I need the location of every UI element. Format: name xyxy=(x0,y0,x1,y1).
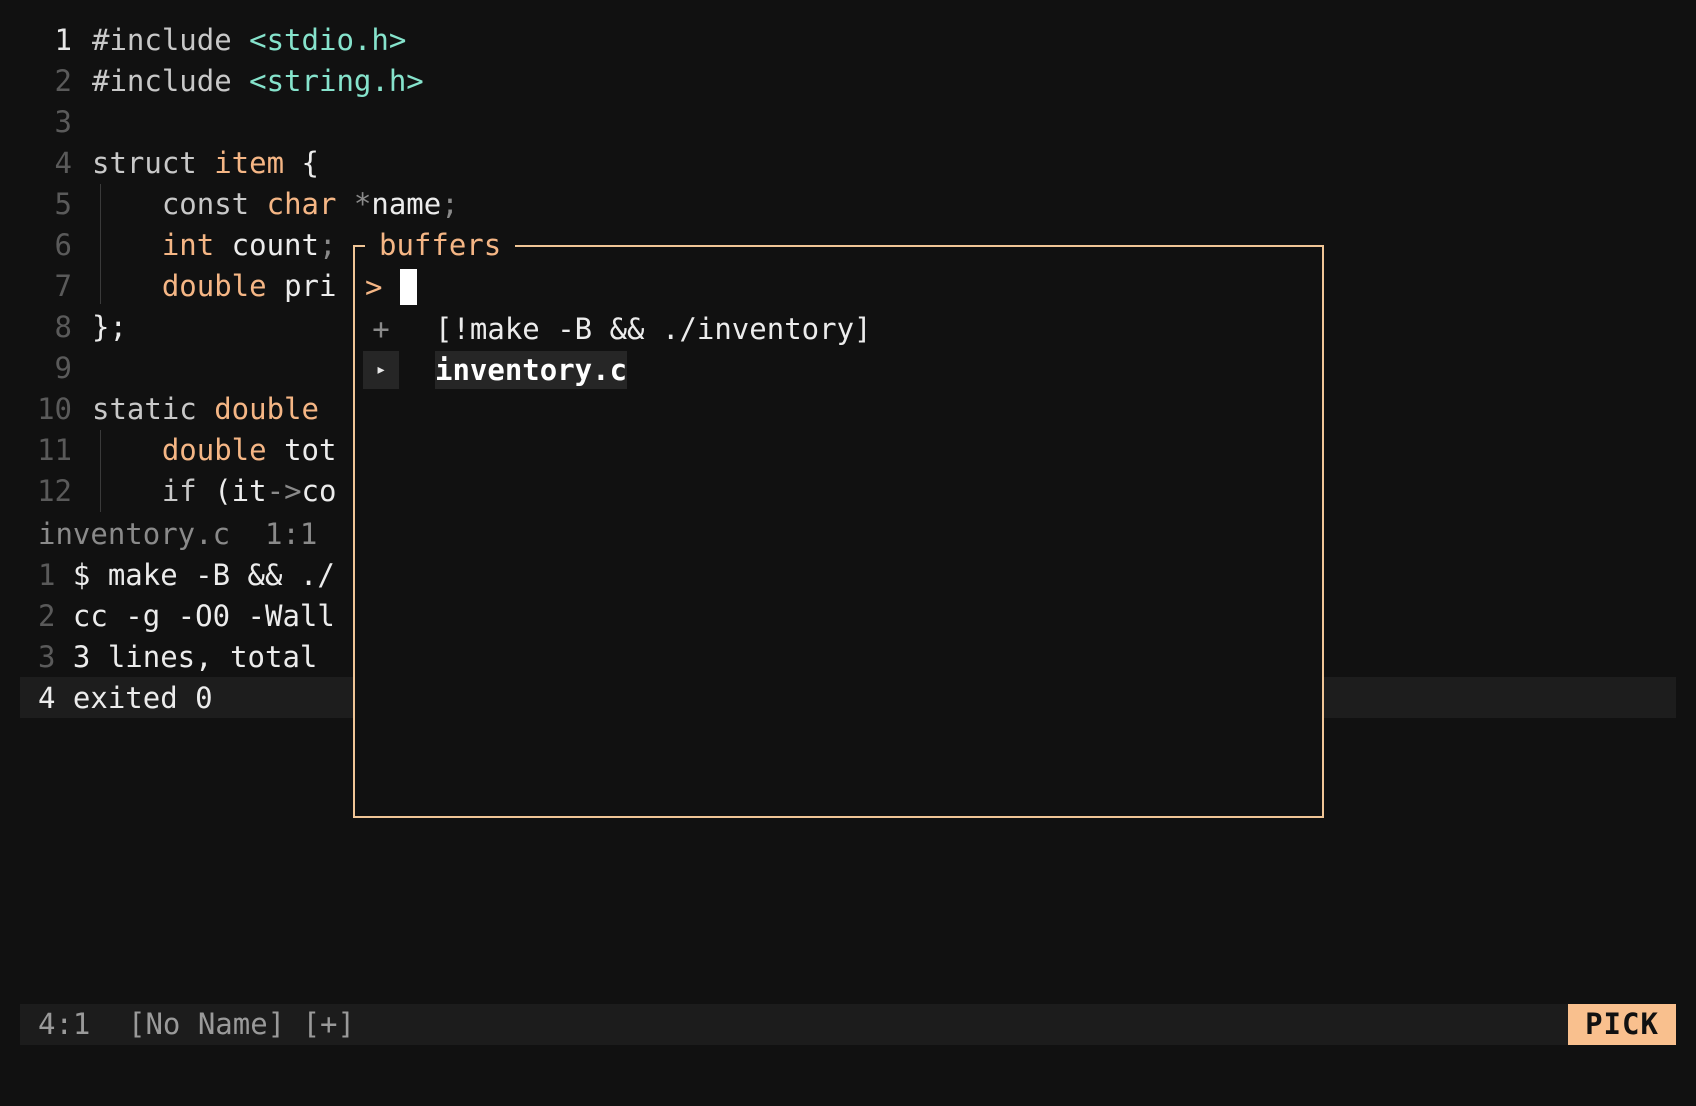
code-token: double xyxy=(214,392,319,426)
indent-guide xyxy=(100,430,101,512)
code-token: pri xyxy=(266,269,337,303)
modified-indicator: + xyxy=(372,312,390,346)
picker-prompt: > xyxy=(365,270,383,304)
terminal-line-text: 3 lines, total xyxy=(55,640,318,674)
code-token: #include xyxy=(92,23,250,57)
line-number: 6 xyxy=(54,228,72,262)
code-token: double xyxy=(92,269,267,303)
code-token: (it xyxy=(214,474,267,508)
code-token: static xyxy=(92,392,215,426)
terminal-line: 4 exited 0 xyxy=(38,678,213,719)
mode-badge: PICK xyxy=(1568,1004,1676,1045)
code-token: <string.h> xyxy=(249,64,424,98)
code-token: count xyxy=(214,228,319,262)
code-token: * xyxy=(353,187,372,221)
code-token: if xyxy=(92,474,215,508)
line-number: 12 xyxy=(37,474,72,508)
terminal-line-number: 3 xyxy=(38,640,56,674)
code-token: ; xyxy=(318,228,337,262)
code-line[interactable]: #include <string.h> xyxy=(92,61,424,102)
terminal-line-text: $ make -B && ./ xyxy=(55,558,335,592)
code-token: char xyxy=(266,187,337,221)
code-token: struct xyxy=(92,146,215,180)
code-token: co xyxy=(301,474,337,508)
picker-item-label: inventory.c xyxy=(435,351,628,389)
code-line[interactable]: }; xyxy=(92,307,127,348)
code-token: tot xyxy=(266,433,337,467)
code-token: double xyxy=(92,433,267,467)
indent-guide xyxy=(100,184,101,304)
code-line[interactable]: #include <stdio.h> xyxy=(92,20,406,61)
cursor-position: 4:1 xyxy=(38,1007,91,1041)
code-token: name xyxy=(371,187,442,221)
editor-file-status: inventory.c 1:1 xyxy=(38,517,318,551)
terminal-line: 2 cc -g -O0 -Wall xyxy=(38,596,335,637)
terminal-line: 1 $ make -B && ./ xyxy=(38,555,335,596)
code-token: }; xyxy=(92,310,127,344)
code-line[interactable]: struct item { xyxy=(92,143,319,184)
line-number: 9 xyxy=(54,351,72,385)
code-line[interactable]: static double xyxy=(92,389,319,430)
code-token: #include xyxy=(92,64,250,98)
code-token: { xyxy=(284,146,319,180)
code-token: const xyxy=(92,187,267,221)
code-line[interactable]: double pri xyxy=(92,266,337,307)
terminal-line-number: 4 xyxy=(38,681,56,715)
terminal-line-number: 2 xyxy=(38,599,56,633)
terminal-line-text: exited 0 xyxy=(55,681,213,715)
code-token: item xyxy=(214,146,285,180)
code-line[interactable]: double tot xyxy=(92,430,337,471)
statusline: 4:1 [No Name] [+] PICK xyxy=(20,1004,1676,1045)
line-number: 10 xyxy=(37,392,72,426)
line-number: 2 xyxy=(54,64,72,98)
buffer-picker[interactable]: buffers > + [!make -B && ./inventory] ▸ inv… xyxy=(353,225,1324,818)
code-token: ; xyxy=(441,187,459,221)
code-token: <stdio.h> xyxy=(249,23,407,57)
buffer-name: [No Name] [+] xyxy=(128,1007,355,1041)
code-token: int xyxy=(92,228,215,262)
line-number: 3 xyxy=(54,105,72,139)
picker-title: buffers xyxy=(365,225,516,266)
code-token: -> xyxy=(266,474,302,508)
line-number: 1 xyxy=(54,23,72,57)
terminal-line: 3 3 lines, total xyxy=(38,637,317,678)
selection-pointer-icon: ▸ xyxy=(363,351,399,389)
picker-item-label: [!make -B && ./inventory] xyxy=(435,312,872,346)
terminal-line-number: 1 xyxy=(38,558,56,592)
code-line[interactable]: int count; xyxy=(92,225,337,266)
line-number: 8 xyxy=(54,310,72,344)
line-number: 7 xyxy=(54,269,72,303)
line-number: 11 xyxy=(37,433,72,467)
terminal-line-text: cc -g -O0 -Wall xyxy=(55,599,335,633)
code-line[interactable]: if (it->co xyxy=(92,471,337,512)
line-number: 5 xyxy=(54,187,72,221)
line-number: 4 xyxy=(54,146,72,180)
code-line[interactable]: const char *name; xyxy=(92,184,459,225)
